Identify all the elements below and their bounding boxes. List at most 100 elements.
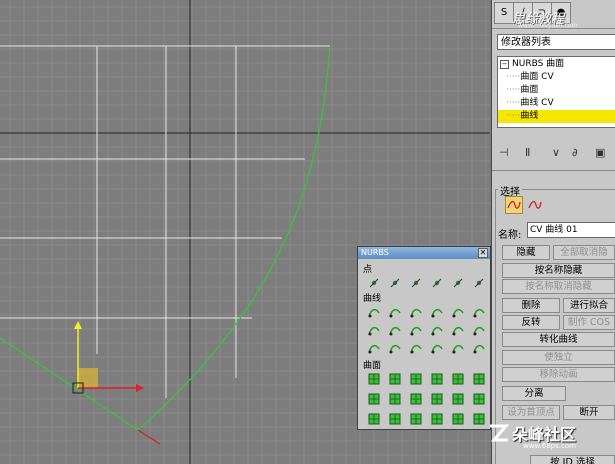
curve-tool-5-button[interactable] [451, 305, 465, 319]
name-field[interactable]: CV 曲线 01 [527, 222, 615, 238]
point-tool-1-button[interactable] [367, 276, 381, 290]
curve-tool-17-button[interactable] [451, 341, 465, 355]
stack-item-surface-cv[interactable]: ·····曲面 CV [498, 71, 615, 84]
nurbs-toolbox-title[interactable]: NURBS [358, 247, 490, 259]
curve-cv-icon [507, 200, 521, 209]
stack-item-label: 曲面 CV [520, 72, 554, 82]
curve-tool-10-button[interactable] [430, 323, 444, 337]
curve-level-button[interactable] [526, 196, 544, 214]
hide-by-name-button[interactable]: 按名称隐藏 [502, 263, 615, 278]
surface-tool-3-icon [410, 373, 422, 385]
modifier-stack[interactable]: − NURBS 曲面 ·····曲面 CV ·····曲面 ·····曲线 CV … [497, 56, 615, 128]
break-button[interactable]: 断开 [563, 405, 615, 420]
tab-create[interactable]: S [494, 2, 514, 24]
make-fit-button[interactable]: 进行拟合 [563, 298, 615, 313]
surface-tool-13-icon [368, 413, 380, 425]
delete-button[interactable]: 删除 [502, 298, 560, 313]
curve-tool-3-button[interactable] [409, 305, 423, 319]
curve-tool-9-button[interactable] [409, 323, 423, 337]
nurbs-curve-left[interactable] [0, 337, 139, 431]
pin-stack-icon[interactable]: ⊣ [499, 146, 509, 159]
surface-tool-7-button[interactable] [367, 392, 381, 406]
bottom-watermark-url: www.68ps.com [523, 442, 576, 450]
surface-tool-6-button[interactable] [472, 372, 486, 386]
surface-tool-10-button[interactable] [430, 392, 444, 406]
surface-tool-14-icon [389, 413, 401, 425]
make-cos-button[interactable]: 制作 COS [563, 315, 615, 330]
remove-modifier-icon[interactable]: ∂ [572, 146, 578, 159]
curve-tool-14-button[interactable] [388, 341, 402, 355]
curve-tool-4-icon [431, 308, 443, 318]
stack-item-curve[interactable]: ·····曲线 [498, 110, 615, 123]
curve-cv-level-button[interactable] [505, 196, 523, 214]
unhide-by-name-button[interactable]: 按名称取消隐藏 [502, 279, 615, 294]
curve-tool-8-button[interactable] [388, 323, 402, 337]
stack-item-label: 曲面 [520, 85, 539, 95]
curve-tool-13-button[interactable] [367, 341, 381, 355]
surface-tool-1-button[interactable] [367, 372, 381, 386]
surface-tool-16-button[interactable] [430, 412, 444, 426]
surface-tool-12-button[interactable] [472, 392, 486, 406]
surface-tool-9-icon [410, 393, 422, 405]
stack-root-item[interactable]: − NURBS 曲面 [500, 58, 615, 71]
make-independent-button[interactable]: 使独立 [502, 350, 615, 365]
curve-tool-7-button[interactable] [367, 323, 381, 337]
surface-tool-14-button[interactable] [388, 412, 402, 426]
reverse-button[interactable]: 反转 [502, 315, 560, 330]
curve-tool-10-icon [431, 326, 443, 336]
curve-tool-15-button[interactable] [409, 341, 423, 355]
surface-tool-17-button[interactable] [451, 412, 465, 426]
stack-item-label: 曲线 CV [520, 98, 554, 108]
divider [492, 170, 615, 171]
convert-curve-button[interactable]: 转化曲线 [502, 332, 615, 347]
remove-animation-button[interactable]: 移除动画 [502, 367, 615, 382]
surface-tool-15-button[interactable] [409, 412, 423, 426]
surface-tool-13-button[interactable] [367, 412, 381, 426]
minus-box-icon[interactable]: − [500, 60, 509, 69]
surface-tool-15-icon [410, 413, 422, 425]
point-tool-3-button[interactable] [409, 276, 423, 290]
curve-tool-1-button[interactable] [367, 305, 381, 319]
curve-tool-3-icon [410, 308, 422, 318]
surface-tool-2-button[interactable] [388, 372, 402, 386]
stack-toolbar: ⊣ Ⅱ ∨ ∂ ▣ [497, 146, 615, 164]
close-icon[interactable]: ✕ [478, 248, 488, 258]
surface-tool-8-button[interactable] [388, 392, 402, 406]
surface-tool-4-button[interactable] [430, 372, 444, 386]
stack-root-label: NURBS 曲面 [512, 59, 565, 69]
curve-tool-4-button[interactable] [430, 305, 444, 319]
select-by-id-button[interactable]: 按 ID 选择 [530, 455, 615, 464]
configure-sets-icon[interactable]: ▣ [595, 146, 605, 159]
curve-tool-6-button[interactable] [472, 305, 486, 319]
stack-item-curve-cv[interactable]: ·····曲线 CV [498, 97, 615, 110]
set-first-vertex-button[interactable]: 设为首顶点 [502, 405, 560, 420]
modifier-list-dropdown[interactable]: 修改器列表 [497, 34, 615, 50]
curve-tool-18-button[interactable] [472, 341, 486, 355]
surface-tool-18-button[interactable] [472, 412, 486, 426]
hide-button[interactable]: 隐藏 [502, 245, 550, 260]
surface-tool-5-button[interactable] [451, 372, 465, 386]
show-end-result-icon[interactable]: Ⅱ [525, 146, 530, 159]
stack-item-surface[interactable]: ·····曲面 [498, 84, 615, 97]
curve-tool-17-icon [452, 344, 464, 354]
nurbs-toolbox[interactable]: NURBS ✕ 点 曲线 曲面 [357, 246, 491, 430]
point-tool-6-icon [474, 278, 484, 288]
curve-tool-2-button[interactable] [388, 305, 402, 319]
surface-tool-10-icon [431, 393, 443, 405]
command-panel: S ∕ ⊃ ● 思缘教程 www.missyuan.com 修改器列表 − NUR… [491, 0, 615, 464]
curve-icon [528, 200, 542, 209]
detach-button[interactable]: 分离 [502, 386, 566, 401]
surface-tool-11-button[interactable] [451, 392, 465, 406]
curve-tool-16-button[interactable] [430, 341, 444, 355]
curve-tool-14-icon [389, 344, 401, 354]
point-tool-2-button[interactable] [388, 276, 402, 290]
unhide-all-button[interactable]: 全部取消隐 [553, 245, 615, 260]
point-tool-5-button[interactable] [451, 276, 465, 290]
surface-tool-9-button[interactable] [409, 392, 423, 406]
point-tool-6-button[interactable] [472, 276, 486, 290]
make-unique-icon[interactable]: ∨ [552, 146, 560, 159]
point-tool-4-button[interactable] [430, 276, 444, 290]
curve-tool-12-button[interactable] [472, 323, 486, 337]
curve-tool-11-button[interactable] [451, 323, 465, 337]
surface-tool-3-button[interactable] [409, 372, 423, 386]
